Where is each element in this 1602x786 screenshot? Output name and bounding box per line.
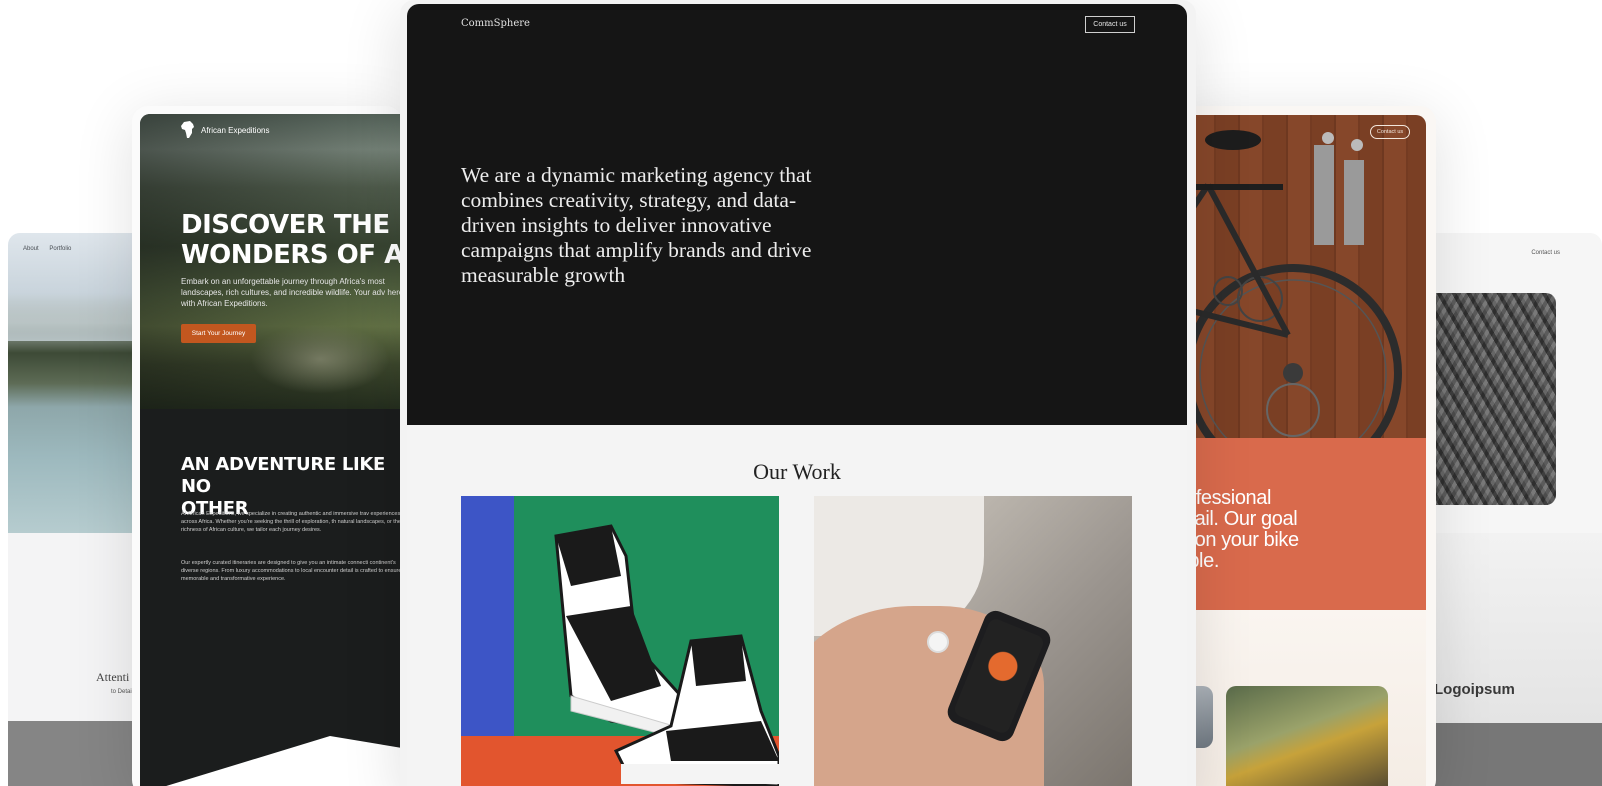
decorative-polygon [166,736,402,786]
far-left-heading: Attenti [96,670,130,684]
commsphere-hero: CommSphere Contact us We are a dynamic m… [407,4,1187,425]
commsphere-page: CommSphere Contact us We are a dynamic m… [407,4,1187,786]
start-journey-button[interactable]: Start Your Journey [181,324,256,343]
far-right-contact-link[interactable]: Contact us [1531,250,1560,256]
african-expeditions-card: African Expeditions DISCOVER THE WONDERS… [132,106,402,786]
africa-map-icon [181,121,194,138]
commsphere-tagline: We are a dynamic marketing agency that c… [461,163,812,287]
african-expeditions-page: African Expeditions DISCOVER THE WONDERS… [140,114,402,786]
sneakers-illustration [554,524,779,786]
african-hero-lead: Embark on an unforgettable journey throu… [181,277,402,308]
health-monitor-project-image[interactable] [814,496,1132,786]
sneakers-project-image[interactable] [461,496,779,786]
african-brand-name: African Expeditions [201,125,270,135]
far-left-subheading: to Detail [111,689,134,695]
commsphere-logo[interactable]: CommSphere [461,18,530,29]
far-left-nav: About Portfolio [23,246,80,252]
our-work-title: Our Work [753,459,841,484]
african-brand[interactable]: African Expeditions [181,121,269,139]
commsphere-contact-button[interactable]: Contact us [1085,16,1135,33]
bike-parts-photo [1168,115,1426,482]
adventure-paragraph-1: At African Expeditions, we specialize in… [181,511,401,533]
adventure-paragraph-2: Our expertly curated itineraries are des… [181,560,402,582]
commsphere-card: CommSphere Contact us We are a dynamic m… [400,0,1196,786]
far-right-card: Contact us Logoipsum [1418,233,1602,786]
african-hero-title: DISCOVER THE WONDERS OF AFR [181,210,402,270]
logoipsum-logo: Logoipsum [1434,681,1515,698]
architecture-pattern-image [1418,293,1556,505]
far-right-footer-block [1418,723,1602,786]
bike-thumbnail-2[interactable] [1226,686,1388,786]
nav-about-link[interactable]: About [23,246,39,252]
nav-portfolio-link[interactable]: Portfolio [49,246,71,252]
bike-shop-card: Contact us professional detail. Our goal… [1168,106,1436,786]
bike-illustration [1168,130,1402,482]
bike-mission-text: professional detail. Our goal de on your… [1168,487,1299,572]
bike-contact-button[interactable]: Contact us [1370,125,1410,139]
glucose-sensor [927,631,949,653]
